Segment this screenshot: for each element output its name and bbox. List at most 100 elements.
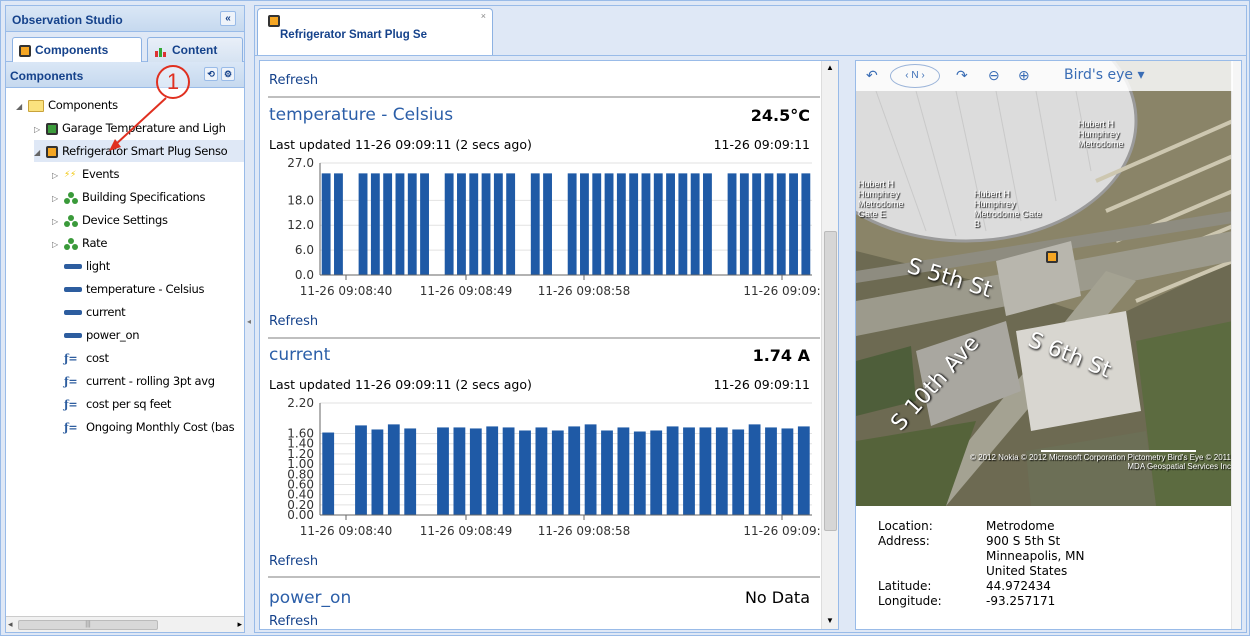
bar <box>420 173 429 275</box>
map-toolbar: ↶ ‹ N › ↷ ⊖ ⊕ Bird's eye ▾ <box>856 61 1233 91</box>
bar <box>776 173 786 275</box>
longitude-label: Longitude: <box>878 594 942 608</box>
document-tab-bar: Refrigerator Smart Plug Se × <box>254 5 1247 56</box>
tab-refrigerator-smart-plug[interactable]: Refrigerator Smart Plug Se × <box>257 8 493 56</box>
bar <box>453 427 466 515</box>
bar <box>764 173 774 275</box>
app-title-bar: Observation Studio « <box>6 6 244 32</box>
scroll-down-icon[interactable]: ▼ <box>826 616 834 625</box>
close-tab-icon[interactable]: × <box>481 11 486 21</box>
bar <box>407 173 417 275</box>
map-view-select[interactable]: Bird's eye ▾ <box>1064 67 1144 83</box>
refresh-link[interactable]: Refresh <box>269 554 318 569</box>
tree-node[interactable]: temperature - Celsius <box>52 278 244 300</box>
bar <box>481 173 491 275</box>
tree-node[interactable]: ƒ= cost <box>52 347 244 369</box>
location-pin-icon[interactable] <box>1046 251 1058 263</box>
location-vertical-scrollbar[interactable] <box>1231 61 1241 629</box>
bar <box>690 173 700 275</box>
tree-node-label: Refrigerator Smart Plug Senso <box>62 144 228 158</box>
tree-node[interactable]: current <box>52 301 244 323</box>
temperature-timestamp: 11-26 09:09:11 <box>713 137 810 152</box>
collapse-arrow-icon[interactable]: ◂ <box>247 317 251 326</box>
address-label: Address: <box>878 534 930 548</box>
current-value: 1.74 A <box>752 346 810 365</box>
chart-icon <box>155 47 166 57</box>
refresh-tree-icon[interactable]: ⟲ <box>204 67 218 81</box>
scroll-left-icon[interactable]: ◂ <box>8 619 13 630</box>
tab-content[interactable]: Content <box>147 37 243 62</box>
bar <box>633 431 646 515</box>
datastream-icon <box>64 264 82 269</box>
temperature-value: 24.5°C <box>750 106 810 125</box>
rotate-right-icon[interactable]: ↷ <box>956 67 968 84</box>
device-icon <box>46 145 58 158</box>
expand-arrow-icon[interactable]: ▷ <box>52 211 64 233</box>
scroll-right-icon[interactable]: ▸ <box>237 619 242 630</box>
zoom-in-icon[interactable]: ⊕ <box>1018 67 1030 84</box>
tree-node[interactable]: ƒ= current - rolling 3pt avg <box>52 370 244 392</box>
expand-arrow-icon[interactable]: ▷ <box>34 119 46 141</box>
scrollbar-thumb[interactable] <box>824 231 837 531</box>
refresh-link[interactable]: Refresh <box>269 314 318 329</box>
tree-node[interactable]: power_on <box>52 324 244 346</box>
tree-horizontal-scrollbar[interactable]: ◂ ||| ▸ <box>6 616 244 632</box>
bar <box>404 428 417 515</box>
bar <box>781 428 794 515</box>
refresh-link[interactable]: Refresh <box>269 614 318 629</box>
current-last-updated: Last updated 11-26 09:09:11 (2 secs ago) <box>269 377 532 392</box>
tree-node[interactable]: ▷ Rate <box>52 232 244 254</box>
tree-node[interactable]: ▷ Building Specifications <box>52 186 244 208</box>
tree-node[interactable]: ◢ Components <box>16 94 244 116</box>
bar <box>502 427 515 515</box>
birds-eye-map[interactable]: ↶ ‹ N › ↷ ⊖ ⊕ Bird's eye ▾ S 5th St S 6t… <box>856 61 1233 506</box>
current-bar-chart: 2.201.601.401.201.000.800.600.400.200.00… <box>287 397 820 538</box>
compass-icon[interactable]: ‹ N › <box>890 64 940 88</box>
device-icon <box>268 15 280 27</box>
bar <box>801 173 811 275</box>
tree-node[interactable]: ƒ= Ongoing Monthly Cost (bas <box>52 416 244 438</box>
components-tree: ◢ Components ▷ Garage Temperature and Ligh ◢… <box>6 94 244 614</box>
app-title: Observation Studio <box>12 13 123 27</box>
x-tick-label: 11-26 09:08:58 <box>538 284 631 298</box>
tab-components[interactable]: Components <box>12 37 142 63</box>
section-divider <box>268 576 820 578</box>
x-tick-label: 11-26 09:09: <box>743 524 820 538</box>
latitude-value: 44.972434 <box>986 579 1051 593</box>
tree-node[interactable]: ▷ ⚡⚡ Events <box>52 163 244 185</box>
refresh-link[interactable]: Refresh <box>269 73 318 88</box>
tab-components-label: Components <box>35 43 109 57</box>
bar <box>653 173 663 275</box>
collapse-left-icon[interactable]: « <box>220 11 236 26</box>
collapse-arrow-icon[interactable]: ◢ <box>16 96 28 118</box>
zoom-out-icon[interactable]: ⊖ <box>988 67 1000 84</box>
bar <box>748 424 761 515</box>
scroll-up-icon[interactable]: ▲ <box>826 63 834 72</box>
datastreams-vertical-scrollbar[interactable]: ▲ ▼ <box>821 61 838 629</box>
bar <box>678 173 688 275</box>
expand-arrow-icon[interactable]: ▷ <box>52 188 64 210</box>
tree-node-label: current <box>86 305 126 319</box>
tree-node[interactable]: ▷ Device Settings <box>52 209 244 231</box>
tree-node[interactable]: light <box>52 255 244 277</box>
settings-gear-icon[interactable]: ⚙ <box>221 67 235 81</box>
tree-node-label: Rate <box>82 236 108 250</box>
collapse-arrow-icon[interactable]: ◢ <box>34 142 46 164</box>
bar <box>568 426 581 515</box>
bar <box>797 426 810 515</box>
rotate-left-icon[interactable]: ↶ <box>866 67 878 84</box>
panel-splitter[interactable]: ◂ <box>246 5 254 633</box>
device-icon <box>19 44 31 57</box>
tree-node[interactable]: ◢ Refrigerator Smart Plug Senso <box>34 140 244 162</box>
bar <box>383 173 393 275</box>
components-panel-header: Components ⟲ ⚙ <box>6 62 244 88</box>
expand-arrow-icon[interactable]: ▷ <box>52 165 64 187</box>
tree-node[interactable]: ▷ Garage Temperature and Ligh <box>34 117 244 139</box>
bar <box>543 173 552 275</box>
scrollbar-thumb[interactable]: ||| <box>18 620 158 630</box>
bar <box>370 173 380 275</box>
expand-arrow-icon[interactable]: ▷ <box>52 234 64 256</box>
tree-node[interactable]: ƒ= cost per sq feet <box>52 393 244 415</box>
bar <box>715 427 728 515</box>
bar <box>551 430 564 515</box>
